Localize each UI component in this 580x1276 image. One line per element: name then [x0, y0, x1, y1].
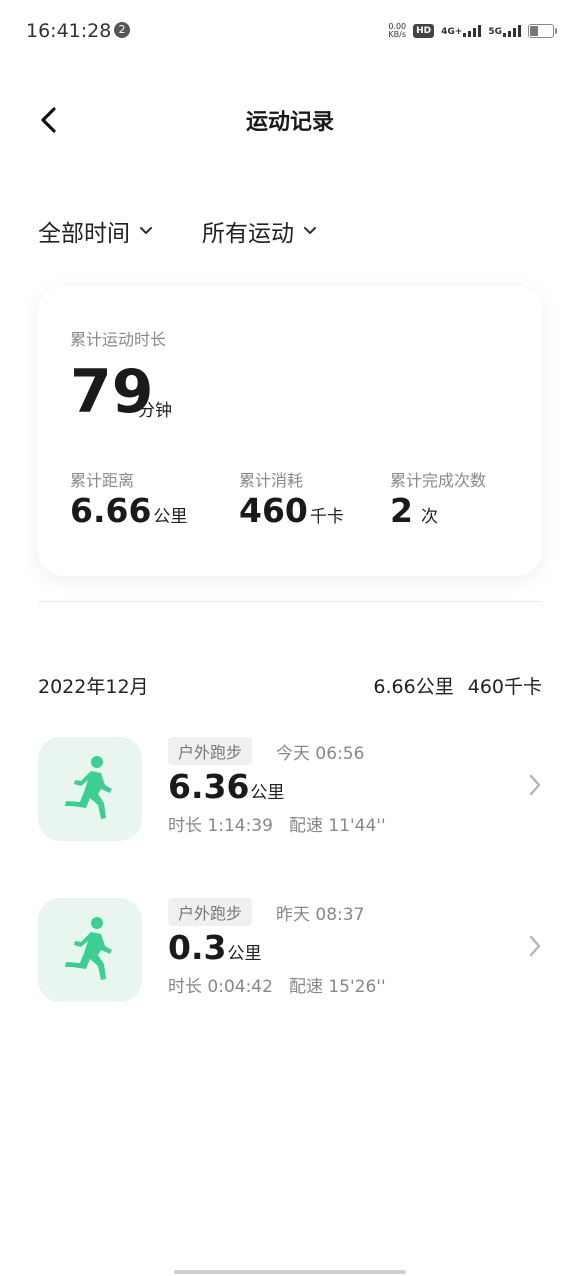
record-pace: 配速 11'44'' — [288, 816, 386, 836]
notification-badge: 2 — [114, 22, 130, 38]
network-speed: 0.00 KB/s — [388, 23, 406, 39]
record-pace: 配速 15'26'' — [288, 977, 386, 997]
divider — [38, 601, 542, 602]
filter-bar: 全部时间 所有运动 — [38, 214, 316, 248]
calories-stat: 460 千卡 — [239, 491, 344, 530]
count-unit: 次 — [420, 507, 438, 527]
calories-label: 累计消耗 — [239, 471, 304, 490]
month-distance: 6.66公里 — [373, 676, 454, 698]
battery-icon — [528, 24, 557, 38]
time-range-filter[interactable]: 全部时间 — [38, 214, 152, 248]
status-time: 16:41:28 — [26, 20, 112, 42]
chevron-down-icon — [304, 227, 316, 234]
signal-4g: 4G+ — [441, 25, 482, 37]
record-meta: 时长 1:14:39 配速 11'44'' — [168, 811, 386, 836]
home-indicator[interactable] — [174, 1270, 406, 1274]
hd-icon: HD — [413, 24, 435, 38]
record-distance: 6.36公里 — [168, 767, 284, 806]
chevron-right-icon — [529, 774, 541, 796]
distance-label: 累计距离 — [70, 471, 135, 490]
sport-type-filter[interactable]: 所有运动 — [202, 214, 316, 248]
running-person-icon — [65, 756, 112, 819]
duration-label: 累计运动时长 — [70, 330, 167, 349]
month-totals: 6.66公里 460千卡 — [359, 672, 542, 699]
month-label: 2022年12月 — [38, 676, 149, 698]
count-label: 累计完成次数 — [390, 471, 487, 490]
calories-value: 460 — [239, 491, 308, 530]
running-icon-container — [38, 737, 142, 841]
sport-type-tag: 户外跑步 — [168, 898, 253, 926]
chevron-right-icon — [529, 935, 541, 957]
distance-value: 6.66 — [70, 491, 152, 530]
running-icon-container — [38, 898, 142, 1002]
record-distance-unit: 公里 — [250, 783, 285, 803]
record-time: 今天 06:56 — [276, 744, 365, 764]
sport-type-label: 所有运动 — [202, 221, 294, 247]
page-title: 运动记录 — [245, 110, 334, 135]
signal-bars-icon — [503, 25, 521, 37]
record-distance-unit: 公里 — [227, 944, 262, 964]
distance-stat: 6.66 公里 — [70, 491, 187, 530]
record-distance: 0.3公里 — [168, 928, 261, 967]
summary-card: 累计运动时长 79 分钟 累计距离 6.66 公里 累计消耗 460 千卡 累计完成… — [38, 286, 542, 576]
record-duration: 时长 1:14:39 — [168, 816, 273, 836]
signal-5g: 5G — [488, 25, 521, 37]
duration-unit: 分钟 — [138, 401, 172, 421]
time-range-label: 全部时间 — [38, 221, 130, 247]
record-meta: 时长 0:04:42 配速 15'26'' — [168, 972, 386, 997]
record-duration: 时长 0:04:42 — [168, 977, 273, 997]
running-person-icon — [65, 917, 112, 980]
record-time: 昨天 08:37 — [276, 905, 365, 925]
network-speed-unit: KB/s — [388, 30, 407, 39]
workout-record[interactable]: 户外跑步 昨天 08:37 0.3公里 时长 0:04:42 配速 15'26'' — [38, 898, 542, 1004]
month-calories: 460千卡 — [467, 676, 542, 698]
workout-record[interactable]: 户外跑步 今天 06:56 6.36公里 时长 1:14:39 配速 11'44'… — [38, 737, 542, 843]
count-stat: 2次 — [390, 491, 438, 530]
chevron-down-icon — [140, 227, 152, 234]
distance-unit: 公里 — [153, 507, 188, 527]
network-4g-label: 4G+ — [441, 27, 463, 37]
record-distance-value: 6.36 — [168, 767, 250, 806]
month-header: 2022年12月 6.66公里 460千卡 — [38, 672, 542, 699]
record-distance-value: 0.3 — [168, 928, 227, 967]
signal-bars-icon — [463, 25, 482, 37]
network-5g-label: 5G — [488, 27, 502, 37]
status-indicators: 0.00 KB/s HD 4G+ 5G — [388, 20, 557, 42]
calories-unit: 千卡 — [309, 507, 344, 527]
sport-type-tag: 户外跑步 — [168, 737, 253, 765]
count-value: 2 — [390, 491, 413, 530]
status-bar: 16:41:28 2 0.00 KB/s HD 4G+ 5G — [0, 0, 580, 64]
